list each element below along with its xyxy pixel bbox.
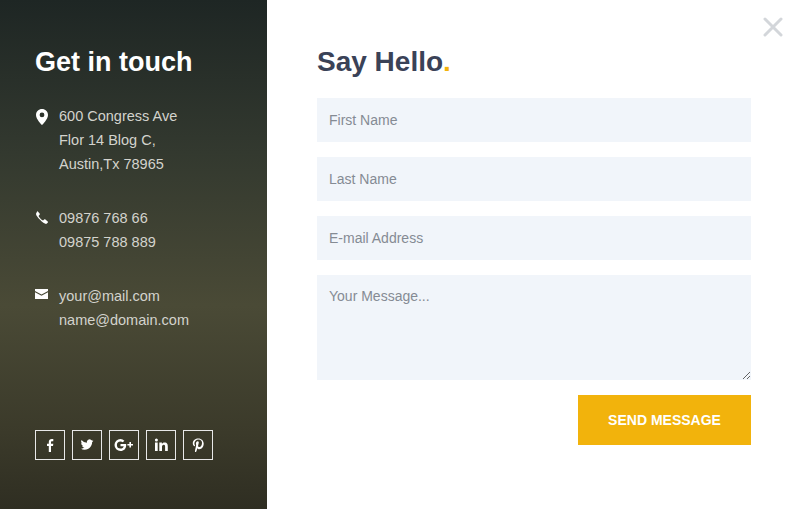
contact-line: 09875 788 889 bbox=[59, 230, 156, 254]
contact-list: 600 Congress AveFlor 14 Blog C,Austin,Tx… bbox=[35, 104, 247, 332]
contact-item: 600 Congress AveFlor 14 Blog C,Austin,Tx… bbox=[35, 104, 247, 176]
facebook-icon bbox=[43, 438, 57, 452]
contact-item: your@mail.comname@domain.com bbox=[35, 284, 247, 332]
contact-item: 09876 768 6609875 788 889 bbox=[35, 206, 247, 254]
contact-line: your@mail.com bbox=[59, 284, 189, 308]
social-link[interactable] bbox=[183, 430, 213, 460]
contact-form: Say Hello. SEND MESSAGE bbox=[267, 0, 800, 509]
text-input[interactable] bbox=[317, 157, 751, 201]
contact-panel: Get in touch 600 Congress AveFlor 14 Blo… bbox=[0, 0, 267, 509]
send-message-button[interactable]: SEND MESSAGE bbox=[578, 395, 751, 445]
panel-title: Get in touch bbox=[35, 44, 247, 80]
social-link[interactable] bbox=[146, 430, 176, 460]
contact-line: Flor 14 Blog C, bbox=[59, 128, 177, 152]
social-link[interactable] bbox=[35, 430, 65, 460]
form-fields bbox=[317, 98, 751, 380]
message-textarea[interactable] bbox=[317, 275, 751, 380]
form-title: Say Hello. bbox=[317, 44, 751, 80]
text-input[interactable] bbox=[317, 216, 751, 260]
close-button[interactable] bbox=[763, 17, 783, 37]
contact-line: name@domain.com bbox=[59, 308, 189, 332]
phone-icon bbox=[35, 211, 48, 224]
social-link[interactable] bbox=[72, 430, 102, 460]
location-pin-icon bbox=[36, 109, 48, 125]
linkedin-icon bbox=[154, 438, 168, 452]
twitter-icon bbox=[80, 438, 94, 452]
pinterest-icon bbox=[191, 438, 205, 452]
mail-icon bbox=[35, 289, 48, 299]
google-plus-icon bbox=[114, 438, 134, 452]
close-icon bbox=[763, 17, 783, 37]
text-input[interactable] bbox=[317, 98, 751, 142]
contact-line: 600 Congress Ave bbox=[59, 104, 177, 128]
contact-line: Austin,Tx 78965 bbox=[59, 152, 177, 176]
contact-line: 09876 768 66 bbox=[59, 206, 156, 230]
social-link[interactable] bbox=[109, 430, 139, 460]
social-links bbox=[35, 430, 247, 460]
title-accent: . bbox=[443, 46, 451, 77]
contact-modal: Get in touch 600 Congress AveFlor 14 Blo… bbox=[0, 0, 800, 509]
